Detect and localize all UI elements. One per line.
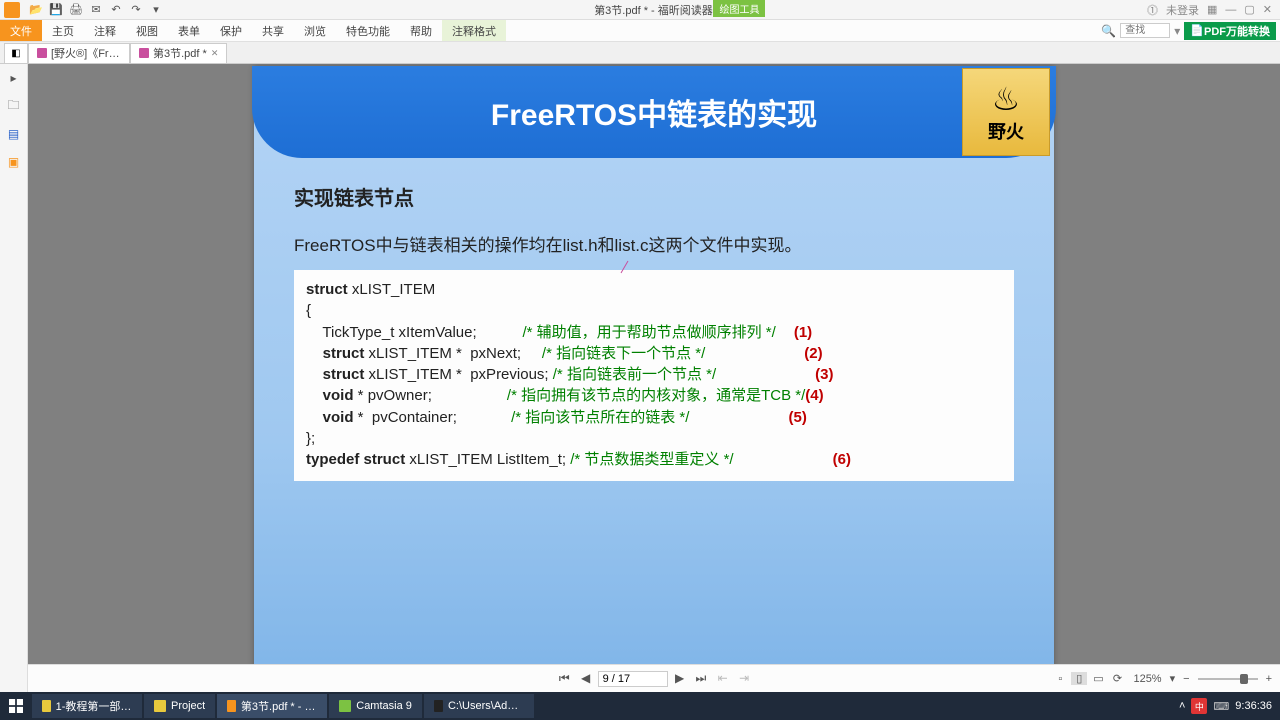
zoom-slider[interactable] — [1198, 678, 1258, 680]
section-desc: FreeRTOS中与链表相关的操作均在list.h和list.c这两个文件中实现… — [294, 231, 1014, 256]
close-icon[interactable]: ✕ — [1263, 3, 1272, 16]
menu-help[interactable]: 帮助 — [400, 20, 442, 41]
camtasia-icon — [339, 700, 351, 712]
menu-features[interactable]: 特色功能 — [336, 20, 400, 41]
logo-box: ♨ 野火 — [962, 68, 1050, 156]
page-nav: ⏮ ◀ ▶ ⏭ ⇤ ⇥ — [555, 671, 753, 687]
view-mode-icons: ▫ ▯ ▭ ⟳ — [1052, 672, 1125, 685]
zoom-out-icon[interactable]: − — [1183, 673, 1189, 685]
code-block: struct xLIST_ITEM { TickType_t xItemValu… — [294, 270, 1014, 481]
title-right-controls: ⓵ 未登录 ▦ — ▢ ✕ — [1139, 2, 1280, 18]
maximize-icon[interactable]: ▢ — [1244, 3, 1254, 16]
view-continuous-icon[interactable]: ▯ — [1071, 672, 1087, 685]
pdf-convert-button[interactable]: 📄PDF万能转换 — [1184, 22, 1276, 40]
sidebar-collapse-icon[interactable]: ▸ — [6, 70, 22, 86]
ribbon-menubar: 文件 主页 注释 视图 表单 保护 共享 浏览 特色功能 帮助 注释格式 🔍 ▾… — [0, 20, 1280, 42]
doc-tab-2[interactable]: 第3节.pdf * ✕ — [130, 43, 227, 63]
section-title: 实现链表节点 — [294, 182, 1014, 211]
start-button[interactable] — [0, 692, 32, 720]
zoom-handle[interactable] — [1240, 674, 1248, 684]
tray-up-icon[interactable]: ˄ — [1179, 700, 1185, 712]
ime-sub-icon[interactable]: ⌨ — [1213, 700, 1229, 713]
pdf-page: FreeRTOS中链表的实现 ♨ 野火 实现链表节点 FreeRTOS中与链表相… — [254, 66, 1054, 692]
login-status[interactable]: 未登录 — [1166, 2, 1199, 18]
page-number-input[interactable] — [598, 671, 668, 687]
task-4[interactable]: Camtasia 9 — [329, 694, 422, 718]
grid-icon[interactable]: ▦ — [1207, 3, 1217, 16]
home-tab-icon[interactable]: ◧ — [4, 43, 28, 63]
pdf-icon — [139, 48, 149, 58]
cmd-icon — [434, 700, 443, 712]
menu-annotation-format[interactable]: 注释格式 — [442, 20, 506, 41]
task-2[interactable]: Project — [144, 694, 215, 718]
last-page-icon[interactable]: ⏭ — [692, 671, 711, 685]
menu-form[interactable]: 表单 — [168, 20, 210, 41]
menu-protect[interactable]: 保护 — [210, 20, 252, 41]
next-page-icon[interactable]: ▶ — [671, 671, 688, 685]
search-input[interactable] — [1120, 23, 1170, 38]
title-bar: 📂 💾 🖨 ✉ ↶ ↷ ▾ 第3节.pdf * - 福昕阅读器 绘图工具 ⓵ 未… — [0, 0, 1280, 20]
sidebar-bookmarks-icon[interactable]: 🗀 — [6, 98, 22, 114]
menu-comment[interactable]: 注释 — [84, 20, 126, 41]
logo-text: 野火 — [988, 118, 1024, 144]
slide-title: FreeRTOS中链表的实现 — [491, 90, 817, 134]
zoom-value: 125% — [1133, 673, 1161, 685]
quick-access-toolbar: 📂 💾 🖨 ✉ ↶ ↷ ▾ — [24, 2, 168, 18]
main-area: ▸ 🗀 ▤ ▣ FreeRTOS中链表的实现 ♨ 野火 实现链表节点 FreeR… — [0, 64, 1280, 692]
slide-body: 实现链表节点 FreeRTOS中与链表相关的操作均在list.h和list.c这… — [254, 158, 1054, 505]
folder-icon — [154, 700, 166, 712]
left-sidebar: ▸ 🗀 ▤ ▣ — [0, 64, 28, 692]
tab-close-icon[interactable]: ✕ — [211, 48, 219, 59]
first-page-icon[interactable]: ⏮ — [555, 671, 574, 685]
clock[interactable]: 9:36:36 — [1235, 701, 1272, 712]
print-icon[interactable]: 🖨 — [68, 2, 84, 18]
task-3[interactable]: 第3节.pdf * - 福昕阅... — [217, 694, 327, 718]
prev-page-icon[interactable]: ◀ — [577, 671, 594, 685]
sidebar-attachments-icon[interactable]: ▣ — [6, 154, 22, 170]
app-icon — [4, 2, 20, 18]
back-view-icon[interactable]: ⇤ — [714, 671, 732, 685]
view-facing-icon[interactable]: ▭ — [1090, 672, 1106, 685]
menu-dropdown-icon[interactable]: ▾ — [1174, 24, 1180, 38]
zoom-in-icon[interactable]: + — [1266, 673, 1272, 685]
menu-browse[interactable]: 浏览 — [294, 20, 336, 41]
forward-view-icon[interactable]: ⇥ — [735, 671, 753, 685]
system-tray: ˄ 中 ⌨ 9:36:36 — [1179, 698, 1280, 714]
dropdown-icon[interactable]: ▾ — [148, 2, 164, 18]
view-rotate-icon[interactable]: ⟳ — [1109, 672, 1125, 685]
footer-right: ▫ ▯ ▭ ⟳ 125% ▾ − + — [1052, 672, 1272, 685]
open-icon[interactable]: 📂 — [28, 2, 44, 18]
menu-file[interactable]: 文件 — [0, 20, 42, 41]
document-viewport[interactable]: FreeRTOS中链表的实现 ♨ 野火 实现链表节点 FreeRTOS中与链表相… — [28, 64, 1280, 692]
contextual-tab-label: 绘图工具 — [713, 0, 765, 17]
zoom-dropdown-icon[interactable]: ▾ — [1170, 672, 1176, 685]
document-tabbar: ◧ [野火®]《FreeRTO... 第3节.pdf * ✕ — [0, 42, 1280, 64]
task-1[interactable]: 1-教程第一部分程序... — [32, 694, 142, 718]
foxit-icon — [227, 700, 236, 712]
menu-home[interactable]: 主页 — [42, 20, 84, 41]
flame-icon: ♨ — [992, 80, 1021, 118]
page-nav-footer: ⏮ ◀ ▶ ⏭ ⇤ ⇥ ▫ ▯ ▭ ⟳ 125% ▾ − + — [28, 664, 1280, 692]
doc-tab-1[interactable]: [野火®]《FreeRTO... — [28, 43, 130, 63]
folder-icon — [42, 700, 51, 712]
windows-taskbar: 1-教程第一部分程序... Project 第3节.pdf * - 福昕阅...… — [0, 692, 1280, 720]
pdf-icon — [37, 48, 47, 58]
menu-share[interactable]: 共享 — [252, 20, 294, 41]
window-title: 第3节.pdf * - 福昕阅读器 绘图工具 — [168, 2, 1139, 18]
sidebar-pages-icon[interactable]: ▤ — [6, 126, 22, 142]
search-icon[interactable]: 🔍 — [1101, 24, 1116, 38]
view-single-icon[interactable]: ▫ — [1052, 673, 1068, 685]
slide-header: FreeRTOS中链表的实现 — [252, 66, 1056, 158]
notification-icon[interactable]: ⓵ — [1147, 2, 1158, 18]
mail-icon[interactable]: ✉ — [88, 2, 104, 18]
save-icon[interactable]: 💾 — [48, 2, 64, 18]
ime-badge[interactable]: 中 — [1191, 698, 1207, 714]
minimize-icon[interactable]: — — [1225, 4, 1236, 16]
annotation-stroke — [621, 261, 629, 274]
menu-view[interactable]: 视图 — [126, 20, 168, 41]
task-5[interactable]: C:\Users\Administr... — [424, 694, 534, 718]
undo-icon[interactable]: ↶ — [108, 2, 124, 18]
redo-icon[interactable]: ↷ — [128, 2, 144, 18]
